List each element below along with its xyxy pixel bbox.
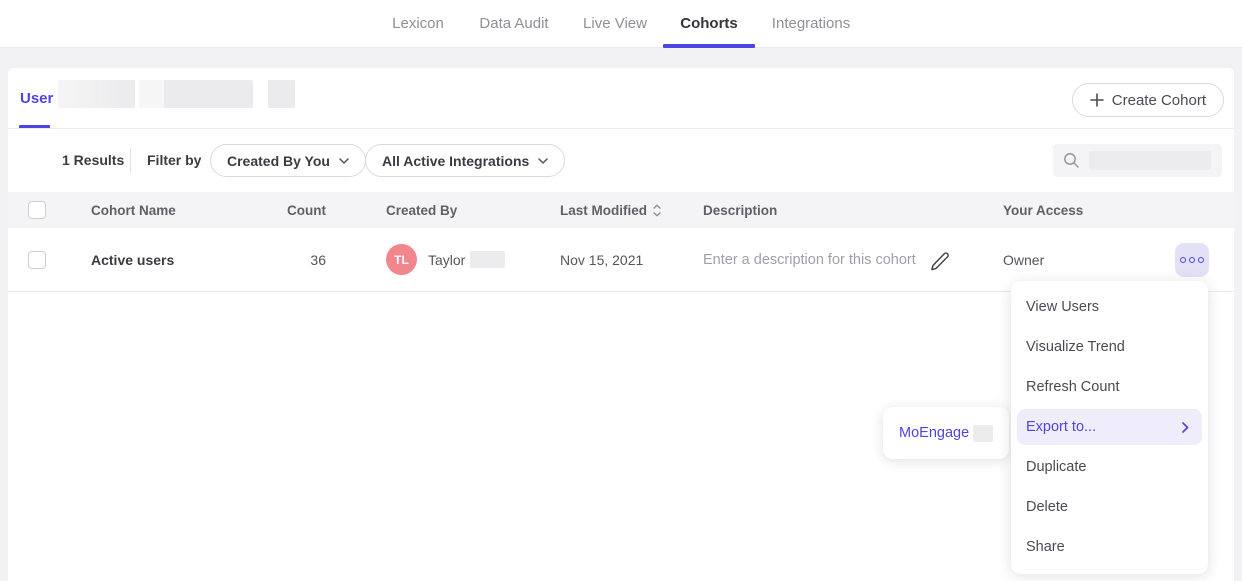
menu-item-export-to-label: Export to... <box>1026 419 1096 435</box>
header-last-modified-label: Last Modified <box>560 203 647 218</box>
nav-tab-lexicon[interactable]: Lexicon <box>392 0 444 48</box>
sort-icon[interactable] <box>653 204 661 217</box>
vertical-divider <box>130 148 131 173</box>
nav-tab-integrations[interactable]: Integrations <box>772 0 850 48</box>
header-last-modified[interactable]: Last Modified <box>560 192 661 228</box>
header-created-by[interactable]: Created By <box>386 192 457 228</box>
header-your-access: Your Access <box>1003 192 1083 228</box>
filter-by-label: Filter by <box>147 129 201 192</box>
export-submenu: MoEngage <box>883 407 1009 459</box>
redacted-tab-2 <box>139 80 253 108</box>
header-count[interactable]: Count <box>266 192 326 228</box>
create-cohort-label: Create Cohort <box>1112 92 1206 109</box>
cohort-count: 36 <box>266 228 326 291</box>
nav-tab-live-view[interactable]: Live View <box>583 0 647 48</box>
menu-item-delete[interactable]: Delete <box>1011 487 1208 527</box>
menu-item-export-to[interactable]: Export to... <box>1017 409 1202 445</box>
chevron-right-icon <box>1182 422 1189 433</box>
last-modified-cell: Nov 15, 2021 <box>560 228 643 291</box>
filter-bar: 1 Results Filter by Created By You All A… <box>8 129 1234 192</box>
created-by-name: Taylor <box>428 252 465 268</box>
nav-tab-data-audit[interactable]: Data Audit <box>479 0 548 48</box>
cohorts-page: Lexicon Data Audit Live View Cohorts Int… <box>0 0 1242 581</box>
menu-item-view-users[interactable]: View Users <box>1011 287 1208 327</box>
table-header: Cohort Name Count Created By Last Modifi… <box>8 192 1234 228</box>
avatar: TL <box>386 244 417 275</box>
created-by-cell: TL Taylor <box>386 228 505 291</box>
ellipsis-icon <box>1198 257 1204 263</box>
row-checkbox[interactable] <box>28 251 46 269</box>
menu-item-refresh-count[interactable]: Refresh Count <box>1011 367 1208 407</box>
select-all-checkbox[interactable] <box>28 201 46 219</box>
integrations-filter-dropdown[interactable]: All Active Integrations <box>365 144 565 177</box>
chevron-down-icon <box>339 158 349 164</box>
top-nav: Lexicon Data Audit Live View Cohorts Int… <box>0 0 1242 48</box>
header-cohort-name[interactable]: Cohort Name <box>91 192 176 228</box>
row-actions-context-menu: View Users Visualize Trend Refresh Count… <box>1011 281 1208 574</box>
menu-item-share[interactable]: Share <box>1011 527 1208 567</box>
submenu-item-moengage[interactable]: MoEngage <box>899 425 969 441</box>
active-tab-underline <box>663 44 755 48</box>
ellipsis-icon <box>1189 257 1195 263</box>
integrations-filter-label: All Active Integrations <box>382 153 529 169</box>
results-count: 1 Results <box>62 129 124 192</box>
redacted-submenu-text <box>973 425 993 442</box>
header-description: Description <box>703 192 777 228</box>
row-actions-menu-button[interactable] <box>1175 243 1209 277</box>
menu-item-duplicate[interactable]: Duplicate <box>1011 447 1208 487</box>
plus-icon <box>1090 93 1104 107</box>
redacted-tab-1 <box>58 80 135 108</box>
edit-description-button[interactable] <box>929 250 951 272</box>
cohort-name-link[interactable]: Active users <box>91 228 174 291</box>
redacted-last-name <box>470 251 505 268</box>
redacted-tab-3 <box>268 80 295 108</box>
menu-item-visualize-trend[interactable]: Visualize Trend <box>1011 327 1208 367</box>
redacted-search-text <box>1089 151 1211 170</box>
created-by-filter-dropdown[interactable]: Created By You <box>210 144 366 177</box>
tab-user[interactable]: User <box>20 90 53 107</box>
created-by-filter-label: Created By You <box>227 153 330 169</box>
description-placeholder[interactable]: Enter a description for this cohort <box>703 228 916 291</box>
create-cohort-button[interactable]: Create Cohort <box>1072 83 1224 117</box>
search-icon <box>1063 152 1080 169</box>
chevron-down-icon <box>538 158 548 164</box>
ellipsis-icon <box>1180 257 1186 263</box>
search-input[interactable] <box>1053 144 1222 177</box>
nav-tab-cohorts[interactable]: Cohorts <box>680 0 738 48</box>
pencil-icon <box>929 250 951 272</box>
